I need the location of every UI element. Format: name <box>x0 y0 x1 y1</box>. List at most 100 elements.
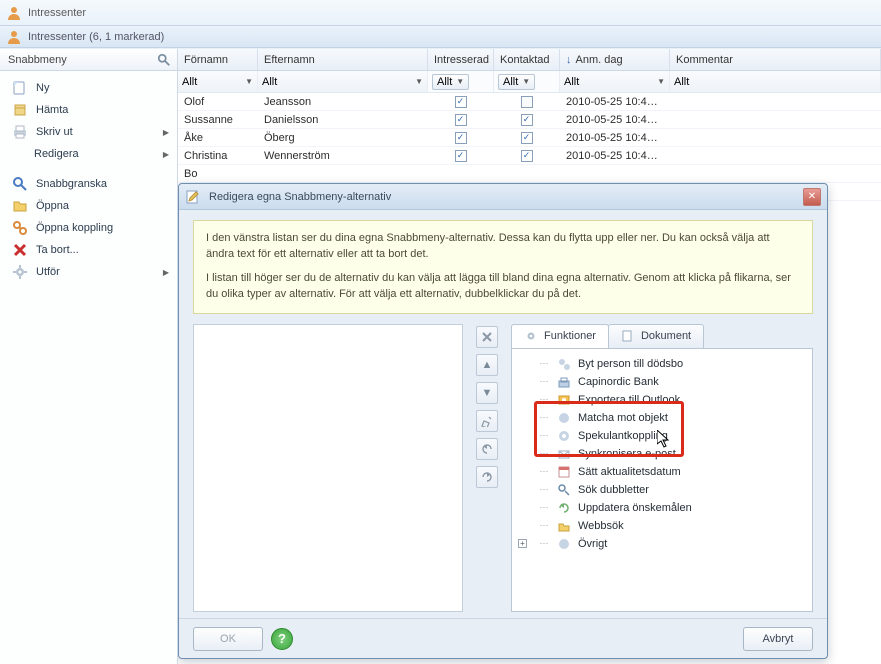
tree-item[interactable]: ⋯Sätt aktualitetsdatum <box>516 463 808 481</box>
undo-button[interactable] <box>476 438 498 460</box>
new-icon <box>12 80 28 96</box>
tree-connector-icon: ⋯ <box>538 466 550 477</box>
dialog-left-list[interactable] <box>193 324 463 612</box>
tree-item-label: Uppdatera önskemålen <box>578 502 692 514</box>
sidebar-item-redigera[interactable]: Redigera ▶ <box>0 143 177 165</box>
close-button[interactable]: ✕ <box>803 188 821 206</box>
chevron-down-icon: ▼ <box>522 77 530 86</box>
table-row[interactable]: OlofJeansson2010-05-25 10:4… <box>178 93 881 111</box>
col-header-efternamn[interactable]: Efternamn <box>258 49 428 70</box>
tree-item[interactable]: ⋯Synkronisera e-post <box>516 445 808 463</box>
tree-connector-icon: ⋯ <box>538 430 550 441</box>
move-up-button[interactable]: ▲ <box>476 354 498 376</box>
tree-item[interactable]: ⋯Capinordic Bank <box>516 373 808 391</box>
dialog-mid-buttons: ▲ ▼ <box>473 324 501 612</box>
sidebar-list: Ny Hämta Skriv ut ▶ Redigera ▶ Snabbgran… <box>0 71 177 289</box>
redo-button[interactable] <box>476 466 498 488</box>
search-icon[interactable] <box>157 53 171 67</box>
sidebar-item-label: Ta bort... <box>36 244 79 256</box>
sidebar-item-utfor[interactable]: Utför ▶ <box>0 261 177 283</box>
dialog-tree[interactable]: ⋯Byt person till dödsbo⋯Capinordic Bank⋯… <box>511 348 813 612</box>
chevron-down-icon[interactable]: ▼ <box>245 77 253 86</box>
tree-item-icon <box>556 356 572 372</box>
tree-item[interactable]: ⋯Matcha mot objekt <box>516 409 808 427</box>
sidebar-tab[interactable]: Snabbmeny <box>0 49 177 71</box>
sidebar-item-label: Redigera <box>34 148 79 160</box>
tree-item-icon <box>556 464 572 480</box>
open-folder-icon <box>12 198 28 214</box>
tab-funktioner[interactable]: Funktioner <box>511 324 609 348</box>
sidebar-item-oppnakoppling[interactable]: Öppna koppling <box>0 217 177 239</box>
person-icon <box>6 5 22 21</box>
sidebar-item-label: Utför <box>36 266 60 278</box>
cancel-button[interactable]: Avbryt <box>743 627 813 651</box>
tree-item-label: Byt person till dödsbo <box>578 358 683 370</box>
delete-icon <box>12 242 28 258</box>
sidebar-item-skrivut[interactable]: Skriv ut ▶ <box>0 121 177 143</box>
tree-item-icon <box>556 374 572 390</box>
filter-fornamn[interactable]: Allt▼ <box>178 71 258 92</box>
tree-item-icon <box>556 392 572 408</box>
tab-dokument[interactable]: Dokument <box>608 324 704 348</box>
filter-kommentar[interactable]: Allt <box>670 71 881 92</box>
chevron-right-icon: ▶ <box>163 128 169 137</box>
chevron-down-icon[interactable]: ▼ <box>657 77 665 86</box>
sidebar-item-label: Öppna koppling <box>36 222 113 234</box>
sidebar-item-label: Ny <box>36 82 49 94</box>
person-icon <box>6 29 22 45</box>
filter-anmdag[interactable]: Allt▼ <box>560 71 670 92</box>
tree-item-label: Sök dubbletter <box>578 484 649 496</box>
chevron-down-icon[interactable]: ▼ <box>415 77 423 86</box>
dialog-titlebar[interactable]: Redigera egna Snabbmeny-alternativ ✕ <box>179 184 827 210</box>
move-down-button[interactable]: ▼ <box>476 382 498 404</box>
rename-button[interactable] <box>476 410 498 432</box>
sub-titlebar: Intressenter (6, 1 markerad) <box>0 26 881 48</box>
sidebar-item-label: Hämta <box>36 104 68 116</box>
checkbox-icon <box>521 132 533 144</box>
col-header-kommentar[interactable]: Kommentar <box>670 49 881 70</box>
tree-item[interactable]: ⋯ Uppdatera önskemålen <box>516 499 808 517</box>
sidebar-item-snabbgranska[interactable]: Snabbgranska <box>0 173 177 195</box>
print-icon <box>12 124 28 140</box>
tree-item[interactable]: ⋯Byt person till dödsbo <box>516 355 808 373</box>
filter-efternamn[interactable]: Allt▼ <box>258 71 428 92</box>
window-titlebar: Intressenter <box>0 0 881 26</box>
tab-label: Dokument <box>641 330 691 342</box>
grid-header-row: Förnamn Efternamn Intresserad Kontaktad … <box>178 49 881 71</box>
chevron-right-icon: ▶ <box>163 268 169 277</box>
tree-item[interactable]: ⋯Webbsök <box>516 517 808 535</box>
tree-item[interactable]: ⋯Spekulantkoppling <box>516 427 808 445</box>
table-row[interactable]: SussanneDanielsson2010-05-25 10:4… <box>178 111 881 129</box>
remove-button[interactable] <box>476 326 498 348</box>
tree-item[interactable]: ⋯Övrigt <box>516 535 808 553</box>
col-header-fornamn[interactable]: Förnamn <box>178 49 258 70</box>
help-button[interactable]: ? <box>271 628 293 650</box>
tree-connector-icon: ⋯ <box>538 502 550 513</box>
tree-item-icon <box>556 536 572 552</box>
table-row[interactable]: Bo <box>178 165 881 183</box>
table-row[interactable]: ÅkeÖberg2010-05-25 10:4… <box>178 129 881 147</box>
checkbox-icon <box>455 114 467 126</box>
col-header-kontaktad[interactable]: Kontaktad <box>494 49 560 70</box>
tree-item-label: Exportera till Outlook <box>578 394 680 406</box>
col-header-anmdag[interactable]: ↓Anm. dag <box>560 49 670 70</box>
document-icon <box>621 329 635 343</box>
sidebar-item-hamta[interactable]: Hämta <box>0 99 177 121</box>
sidebar-item-oppna[interactable]: Öppna <box>0 195 177 217</box>
tree-connector-icon: ⋯ <box>538 448 550 459</box>
tree-connector-icon: ⋯ <box>538 520 550 531</box>
table-row[interactable]: ChristinaWennerström2010-05-25 10:4… <box>178 147 881 165</box>
tree-item[interactable]: ⋯Sök dubbletter <box>516 481 808 499</box>
tree-item[interactable]: ⋯Exportera till Outlook <box>516 391 808 409</box>
sidebar-item-tabort[interactable]: Ta bort... <box>0 239 177 261</box>
filter-intresserad[interactable]: Allt▼ <box>428 71 494 92</box>
checkbox-icon <box>521 96 533 108</box>
window-title: Intressenter <box>28 7 86 19</box>
grid-filter-row: Allt▼ Allt▼ Allt▼ Allt▼ Allt▼ Allt <box>178 71 881 93</box>
expander-icon[interactable]: + <box>518 539 527 548</box>
chevron-down-icon: ▼ <box>456 77 464 86</box>
ok-button[interactable]: OK <box>193 627 263 651</box>
sidebar-item-ny[interactable]: Ny <box>0 77 177 99</box>
filter-kontaktad[interactable]: Allt▼ <box>494 71 560 92</box>
col-header-intresserad[interactable]: Intresserad <box>428 49 494 70</box>
